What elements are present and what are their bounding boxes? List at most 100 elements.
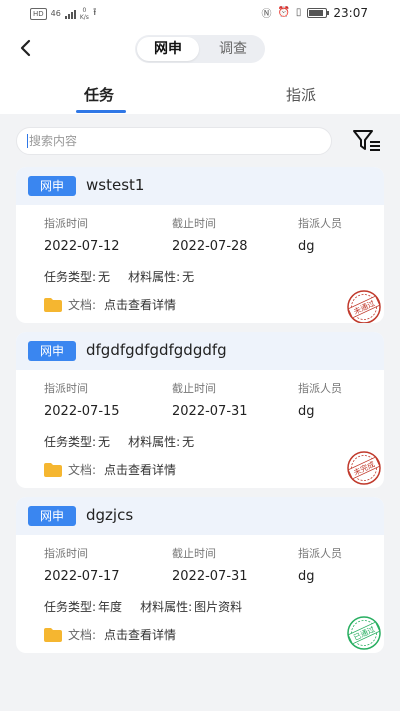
task-type-label: 任务类型: — [44, 270, 97, 284]
assignee-value: dg — [298, 404, 315, 419]
search-input[interactable] — [29, 134, 309, 148]
task-type-label: 任务类型: — [44, 435, 97, 449]
document-label: 文档: — [68, 298, 97, 312]
speed-unit: K/s — [79, 13, 89, 21]
document-label: 文档: — [68, 628, 97, 642]
deadline-label: 截止时间 — [172, 382, 216, 395]
assign-time-col: 指派时间 2022-07-15 — [44, 380, 120, 419]
deadline-value: 2022-07-31 — [172, 404, 248, 419]
assign-time-label: 指派时间 — [44, 217, 88, 230]
speed-value: 0 — [82, 6, 87, 14]
tab-tasks[interactable]: 任务 — [84, 84, 114, 105]
view-details-link[interactable]: 点击查看详情 — [104, 461, 176, 478]
deadline-value: 2022-07-31 — [172, 569, 248, 584]
assign-time-col: 指派时间 2022-07-17 — [44, 545, 120, 584]
assign-time-value: 2022-07-12 — [44, 239, 120, 254]
view-details-link[interactable]: 点击查看详情 — [104, 626, 176, 643]
assignee-value: dg — [298, 569, 315, 584]
task-card[interactable]: 网申 dfgdfgdfgdfgdgdfg 指派时间 2022-07-15 截止时… — [16, 332, 384, 488]
type-badge: 网申 — [28, 176, 76, 196]
assign-time-label: 指派时间 — [44, 382, 88, 395]
text-cursor — [27, 134, 28, 148]
document-row: 文档: 点击查看详情 — [44, 626, 176, 643]
task-card[interactable]: 网申 dgzjcs 指派时间 2022-07-17 截止时间 2022-07-3… — [16, 497, 384, 653]
deadline-col: 截止时间 2022-07-31 — [172, 545, 248, 584]
material-attr-value: 图片资料 — [194, 600, 243, 614]
stamp-text: 未通过 — [352, 298, 377, 317]
card-title: dgzjcs — [86, 506, 134, 524]
card-title: dfgdfgdfgdfgdgdfg — [86, 341, 227, 359]
alarm-icon: ⏰ — [277, 7, 290, 18]
deadline-value: 2022-07-28 — [172, 239, 248, 254]
top-bar: 网申 调查 — [0, 26, 400, 74]
folder-icon — [44, 297, 62, 312]
tab-indicator — [76, 110, 126, 113]
back-icon[interactable] — [14, 36, 38, 60]
filter-icon[interactable] — [352, 128, 382, 154]
network-type: 46 — [50, 9, 61, 18]
search-box — [16, 127, 332, 155]
vibrate-icon: ▯ — [295, 7, 302, 18]
material-attr-value: 无 — [182, 435, 195, 449]
assignee-col: 指派人员 dg — [298, 215, 342, 254]
card-title: wstest1 — [86, 176, 145, 194]
status-left: HD 46 0 K/s ⭱ — [30, 5, 96, 22]
material-attr-label: 材料属性: — [140, 600, 193, 614]
folder-icon — [44, 462, 62, 477]
document-row: 文档: 点击查看详情 — [44, 296, 176, 313]
folder-icon — [44, 627, 62, 642]
card-meta: 任务类型: 无 材料属性: 无 — [44, 268, 194, 285]
assign-time-value: 2022-07-17 — [44, 569, 120, 584]
stamp-text: 已通过 — [352, 624, 377, 643]
card-header: 网申 dgzjcs — [16, 497, 384, 535]
material-attr-value: 无 — [182, 270, 195, 284]
assignee-col: 指派人员 dg — [298, 545, 342, 584]
card-header: 网申 wstest1 — [16, 167, 384, 205]
document-label: 文档: — [68, 463, 97, 477]
clock: 23:07 — [333, 5, 368, 20]
network-speed: 0 K/s — [80, 7, 89, 21]
deadline-col: 截止时间 2022-07-28 — [172, 215, 248, 254]
segment-online-apply[interactable]: 网申 — [137, 37, 199, 61]
card-meta: 任务类型: 无 材料属性: 无 — [44, 433, 194, 450]
signal-icon — [64, 9, 76, 19]
battery-icon — [307, 7, 330, 18]
status-stamp: 未通过 — [347, 290, 381, 323]
assignee-label: 指派人员 — [298, 217, 342, 230]
segment-survey[interactable]: 调查 — [201, 35, 265, 63]
nfc-icon: Ⓝ — [261, 9, 272, 20]
usb-icon: ⭱ — [92, 7, 97, 18]
card-header: 网申 dfgdfgdfgdfgdgdfg — [16, 332, 384, 370]
status-right: Ⓝ ⏰ ▯ 23:07 — [261, 5, 368, 21]
view-details-link[interactable]: 点击查看详情 — [104, 296, 176, 313]
deadline-col: 截止时间 2022-07-31 — [172, 380, 248, 419]
status-stamp: 已通过 — [347, 616, 381, 650]
document-row: 文档: 点击查看详情 — [44, 461, 176, 478]
assign-time-label: 指派时间 — [44, 547, 88, 560]
status-stamp: 未完成 — [347, 451, 381, 485]
assign-time-value: 2022-07-15 — [44, 404, 120, 419]
assignee-col: 指派人员 dg — [298, 380, 342, 419]
tab-assign[interactable]: 指派 — [286, 84, 316, 105]
material-attr-label: 材料属性: — [128, 270, 181, 284]
task-type-value: 无 — [98, 435, 111, 449]
material-attr-label: 材料属性: — [128, 435, 181, 449]
tab-bar: 任务 指派 — [0, 74, 400, 114]
task-card[interactable]: 网申 wstest1 指派时间 2022-07-12 截止时间 2022-07-… — [16, 167, 384, 323]
type-badge: 网申 — [28, 341, 76, 361]
task-type-value: 年度 — [98, 600, 123, 614]
mode-switch: 网申 调查 — [135, 35, 265, 63]
card-meta: 任务类型: 年度 材料属性: 图片资料 — [44, 598, 242, 615]
assignee-label: 指派人员 — [298, 547, 342, 560]
task-type-label: 任务类型: — [44, 600, 97, 614]
hd-badge: HD — [30, 7, 47, 20]
deadline-label: 截止时间 — [172, 217, 216, 230]
status-bar: HD 46 0 K/s ⭱ Ⓝ ⏰ ▯ 23:07 — [0, 0, 400, 26]
type-badge: 网申 — [28, 506, 76, 526]
deadline-label: 截止时间 — [172, 547, 216, 560]
assignee-value: dg — [298, 239, 315, 254]
task-type-value: 无 — [98, 270, 111, 284]
assignee-label: 指派人员 — [298, 382, 342, 395]
assign-time-col: 指派时间 2022-07-12 — [44, 215, 120, 254]
stamp-text: 未完成 — [352, 459, 377, 478]
